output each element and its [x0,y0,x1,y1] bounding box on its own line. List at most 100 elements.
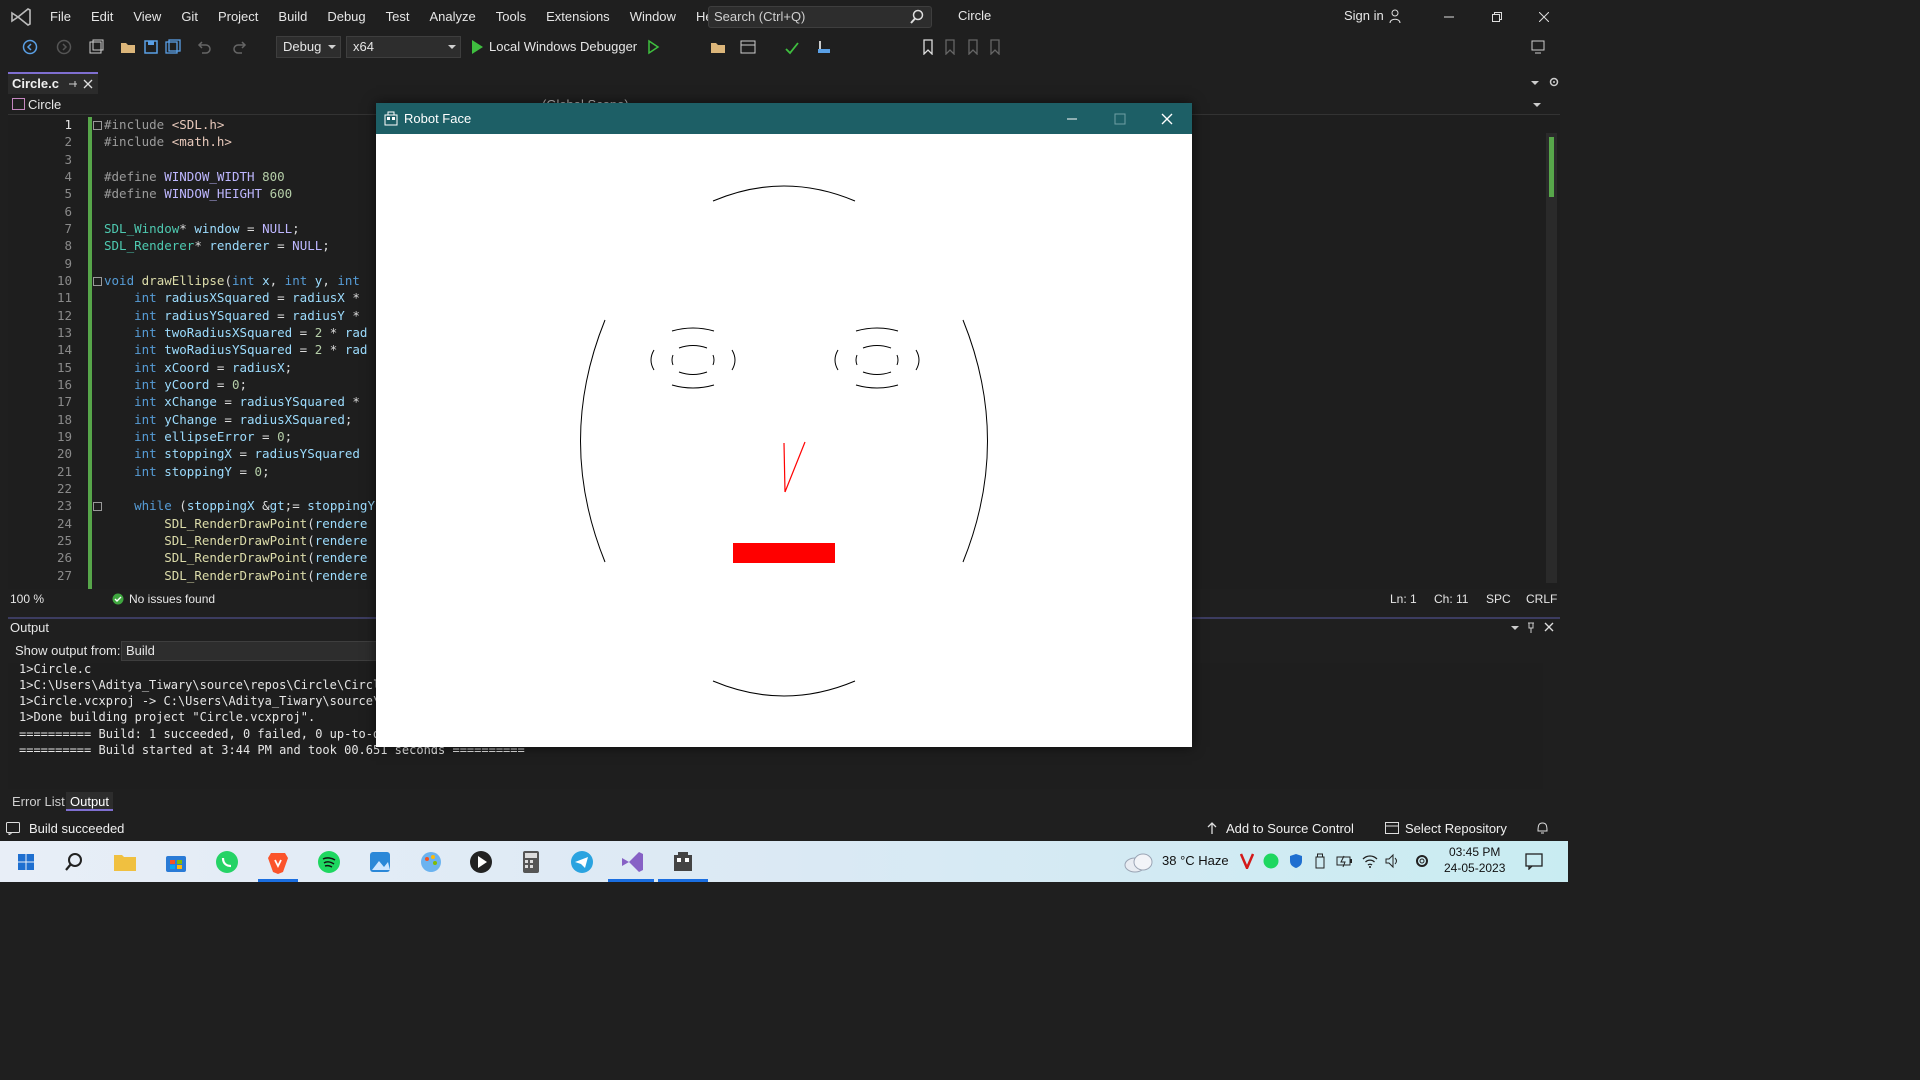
line-ending-indicator[interactable]: CRLF [1526,592,1557,606]
start-without-debugging-icon[interactable] [645,39,661,55]
next-bookmark-icon[interactable] [965,39,981,55]
menu-window[interactable]: Window [620,0,686,33]
prev-bookmark-icon[interactable] [942,39,958,55]
battery-plug-icon[interactable] [1336,853,1354,869]
nav-dropdown-icon[interactable] [1532,101,1542,109]
tab-circle-c[interactable]: Circle.c [8,72,98,94]
spotify-tray-icon[interactable] [1263,853,1279,869]
menu-extensions[interactable]: Extensions [536,0,620,33]
column-indicator[interactable]: Ch: 11 [1434,592,1468,606]
close-button[interactable] [1521,0,1567,33]
search-input[interactable]: Search (Ctrl+Q) [708,6,932,28]
file-explorer-icon[interactable] [112,849,138,875]
project-dropdown[interactable]: Circle [28,97,61,112]
fold-toggle-icon[interactable] [93,277,102,286]
run-target-button[interactable]: Local Windows Debugger [489,39,637,54]
volume-icon[interactable] [1384,853,1400,869]
output-horizontal-scrollbar[interactable] [8,775,1543,789]
menu-analyze[interactable]: Analyze [419,0,485,33]
usb-tray-icon[interactable] [1314,853,1326,869]
telegram-icon[interactable] [569,849,595,875]
forward-icon[interactable] [56,39,72,55]
menu-view[interactable]: View [123,0,171,33]
menu-tools[interactable]: Tools [486,0,536,33]
start-debugging-icon[interactable] [469,39,485,55]
new-project-icon[interactable] [88,39,104,55]
robot-face-canvas [580,185,988,697]
robot-window-titlebar[interactable]: Robot Face [376,103,1192,134]
menu-git[interactable]: Git [171,0,208,33]
line-number: 10 [56,273,72,288]
bookmark-icon[interactable] [920,39,936,55]
tab-output[interactable]: Output [66,792,114,811]
paint-icon[interactable] [418,849,444,875]
defender-tray-icon[interactable] [1288,853,1304,869]
menu-project[interactable]: Project [208,0,268,33]
back-icon[interactable] [22,39,38,55]
media-player-icon[interactable] [468,849,494,875]
settings-tray-icon[interactable] [1413,852,1431,870]
step-icon[interactable] [816,39,832,55]
tab-error-list[interactable]: Error List [8,792,69,811]
panel-menu-icon[interactable] [1510,624,1520,632]
layout-icon[interactable] [740,39,756,55]
robot-close-icon[interactable] [1161,113,1173,125]
clear-bookmarks-icon[interactable] [987,39,1003,55]
undo-icon[interactable] [196,39,212,55]
zoom-level[interactable]: 100 % [10,592,44,606]
add-to-source-control-button[interactable]: Add to Source Control [1226,821,1354,836]
editor-scrollbar[interactable] [1543,115,1560,589]
save-all-icon[interactable] [165,39,181,55]
panel-pin-icon[interactable] [1526,622,1536,634]
minimize-button[interactable] [1426,0,1472,33]
microsoft-store-icon[interactable] [163,849,189,875]
solution-explorer-icon[interactable] [710,39,726,55]
weather-status[interactable]: 38 °C Haze [1162,853,1229,868]
calculator-icon[interactable] [518,849,544,875]
robot-face-app-icon[interactable] [670,849,696,875]
notification-center-icon[interactable] [1525,852,1543,870]
brave-browser-icon[interactable] [265,849,291,875]
robot-minimize-icon[interactable] [1066,113,1078,125]
menu-file[interactable]: File [40,0,81,33]
notifications-bell-icon[interactable] [1536,821,1549,835]
select-repository-button[interactable]: Select Repository [1405,821,1507,836]
windows-start-icon[interactable] [13,849,39,875]
account-icon[interactable] [1388,8,1404,24]
robot-face-window[interactable]: Robot Face [376,103,1192,747]
panel-close-icon[interactable] [1544,622,1554,632]
search-taskbar-icon[interactable] [61,849,87,875]
restore-button[interactable] [1474,0,1520,33]
redo-icon[interactable] [232,39,248,55]
menu-build[interactable]: Build [268,0,317,33]
menu-debug[interactable]: Debug [317,0,375,33]
save-icon[interactable] [143,39,159,55]
settings-gear-icon[interactable] [1548,76,1560,88]
line-indicator[interactable]: Ln: 1 [1390,592,1417,606]
whatsapp-icon[interactable] [214,849,240,875]
visual-studio-taskbar-icon[interactable] [619,849,645,875]
menu-test[interactable]: Test [376,0,420,33]
fold-toggle-icon[interactable] [93,502,102,511]
wifi-icon[interactable] [1362,853,1378,869]
tab-close-icon[interactable] [83,79,93,89]
system-clock[interactable]: 03:45 PM 24-05-2023 [1444,844,1505,876]
scroll-thumb[interactable] [1549,137,1554,197]
fold-toggle-icon[interactable] [93,121,102,130]
output-source-select[interactable]: Build [121,641,381,661]
issues-status[interactable]: No issues found [129,592,215,606]
live-share-icon[interactable] [1530,39,1546,55]
spotify-icon[interactable] [316,849,342,875]
configuration-select[interactable]: Debug [276,36,341,58]
photos-icon[interactable] [367,849,393,875]
sign-in-link[interactable]: Sign in [1344,8,1384,23]
platform-select[interactable]: x64 [346,36,461,58]
spellcheck-icon[interactable] [784,39,800,55]
tab-overflow-icon[interactable] [1530,78,1540,88]
pin-icon[interactable] [68,79,78,89]
open-folder-icon[interactable] [120,39,136,55]
whitespace-indicator[interactable]: SPC [1486,592,1511,606]
robot-maximize-icon[interactable] [1114,113,1126,125]
menu-edit[interactable]: Edit [81,0,123,33]
vivaldi-tray-icon[interactable] [1240,853,1254,869]
